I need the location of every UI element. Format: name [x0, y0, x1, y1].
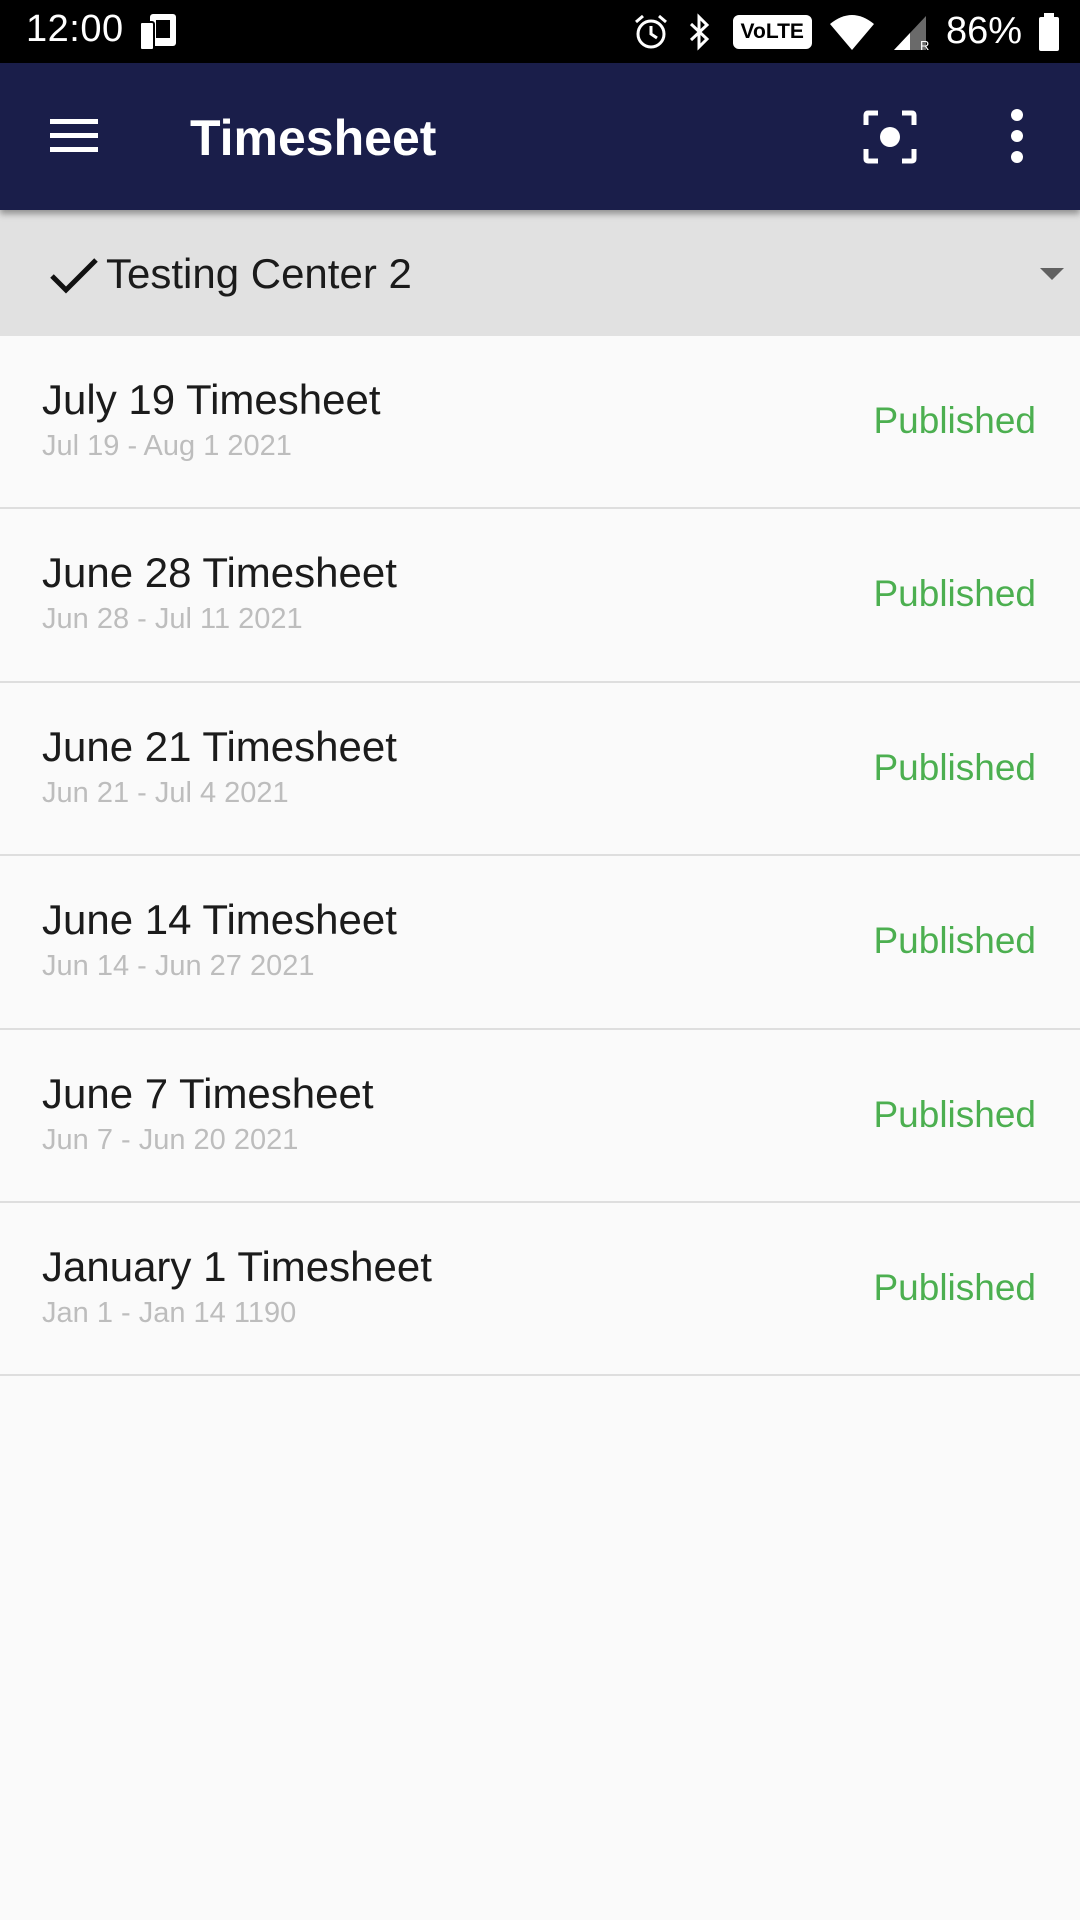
chevron-down-icon [1040, 268, 1064, 280]
status-badge: Published [873, 1266, 1036, 1308]
timesheet-date-range: Jul 19 - Aug 1 2021 [42, 430, 292, 462]
check-icon [48, 254, 100, 298]
status-badge: Published [873, 1093, 1036, 1135]
list-item[interactable]: June 7 Timesheet Jun 7 - Jun 20 2021 Pub… [0, 1029, 1080, 1203]
timesheet-date-range: Jun 21 - Jul 4 2021 [42, 776, 289, 809]
volte-icon: VoLTE [732, 14, 812, 49]
status-bar: 12:00 VoLTE R 86% [0, 0, 1080, 63]
focus-scan-icon[interactable] [862, 109, 918, 165]
list-item[interactable]: January 1 Timesheet Jan 1 - Jan 14 1190 … [0, 1202, 1080, 1377]
timesheet-title: June 21 Timesheet [42, 722, 397, 770]
more-vert-icon[interactable] [1000, 105, 1034, 167]
list-item[interactable]: June 14 Timesheet Jun 14 - Jun 27 2021 P… [0, 856, 1080, 1030]
svg-text:R: R [920, 38, 929, 52]
timesheet-title: June 7 Timesheet [42, 1069, 374, 1117]
status-badge: Published [873, 920, 1036, 962]
timesheet-title: June 14 Timesheet [42, 896, 397, 944]
status-badge: Published [873, 573, 1036, 615]
timesheet-title: July 19 Timesheet [42, 376, 381, 423]
list-item[interactable]: July 19 Timesheet Jul 19 - Aug 1 2021 Pu… [0, 336, 1080, 510]
location-selector[interactable]: Testing Center 2 [0, 210, 1080, 336]
menu-icon[interactable] [44, 113, 104, 159]
battery-percent: 86% [945, 10, 1022, 52]
signal-icon: R [892, 12, 932, 52]
battery-icon [1038, 12, 1060, 52]
selector-label: Testing Center 2 [106, 250, 412, 297]
status-time: 12:00 [26, 8, 124, 50]
bluetooth-icon [687, 12, 713, 52]
list-item[interactable]: June 28 Timesheet Jun 28 - Jul 11 2021 P… [0, 509, 1080, 683]
timesheet-date-range: Jun 7 - Jun 20 2021 [42, 1123, 299, 1156]
status-badge: Published [873, 746, 1036, 788]
app-bar: Timesheet [0, 63, 1080, 210]
list-item[interactable]: June 21 Timesheet Jun 21 - Jul 4 2021 Pu… [0, 682, 1080, 857]
timesheet-date-range: Jun 28 - Jul 11 2021 [42, 603, 303, 636]
timesheet-date-range: Jun 14 - Jun 27 2021 [42, 950, 315, 983]
page-title: Timesheet [190, 110, 437, 166]
status-badge: Published [873, 400, 1036, 441]
timesheet-list: July 19 Timesheet Jul 19 - Aug 1 2021 Pu… [0, 336, 1080, 1377]
wifi-icon [828, 12, 876, 52]
timesheet-title: January 1 Timesheet [42, 1242, 432, 1290]
alarm-icon [631, 12, 671, 52]
timesheet-date-range: Jan 1 - Jan 14 1190 [42, 1296, 297, 1329]
timesheet-title: June 28 Timesheet [42, 549, 397, 597]
phone-sim-icon [138, 12, 180, 52]
